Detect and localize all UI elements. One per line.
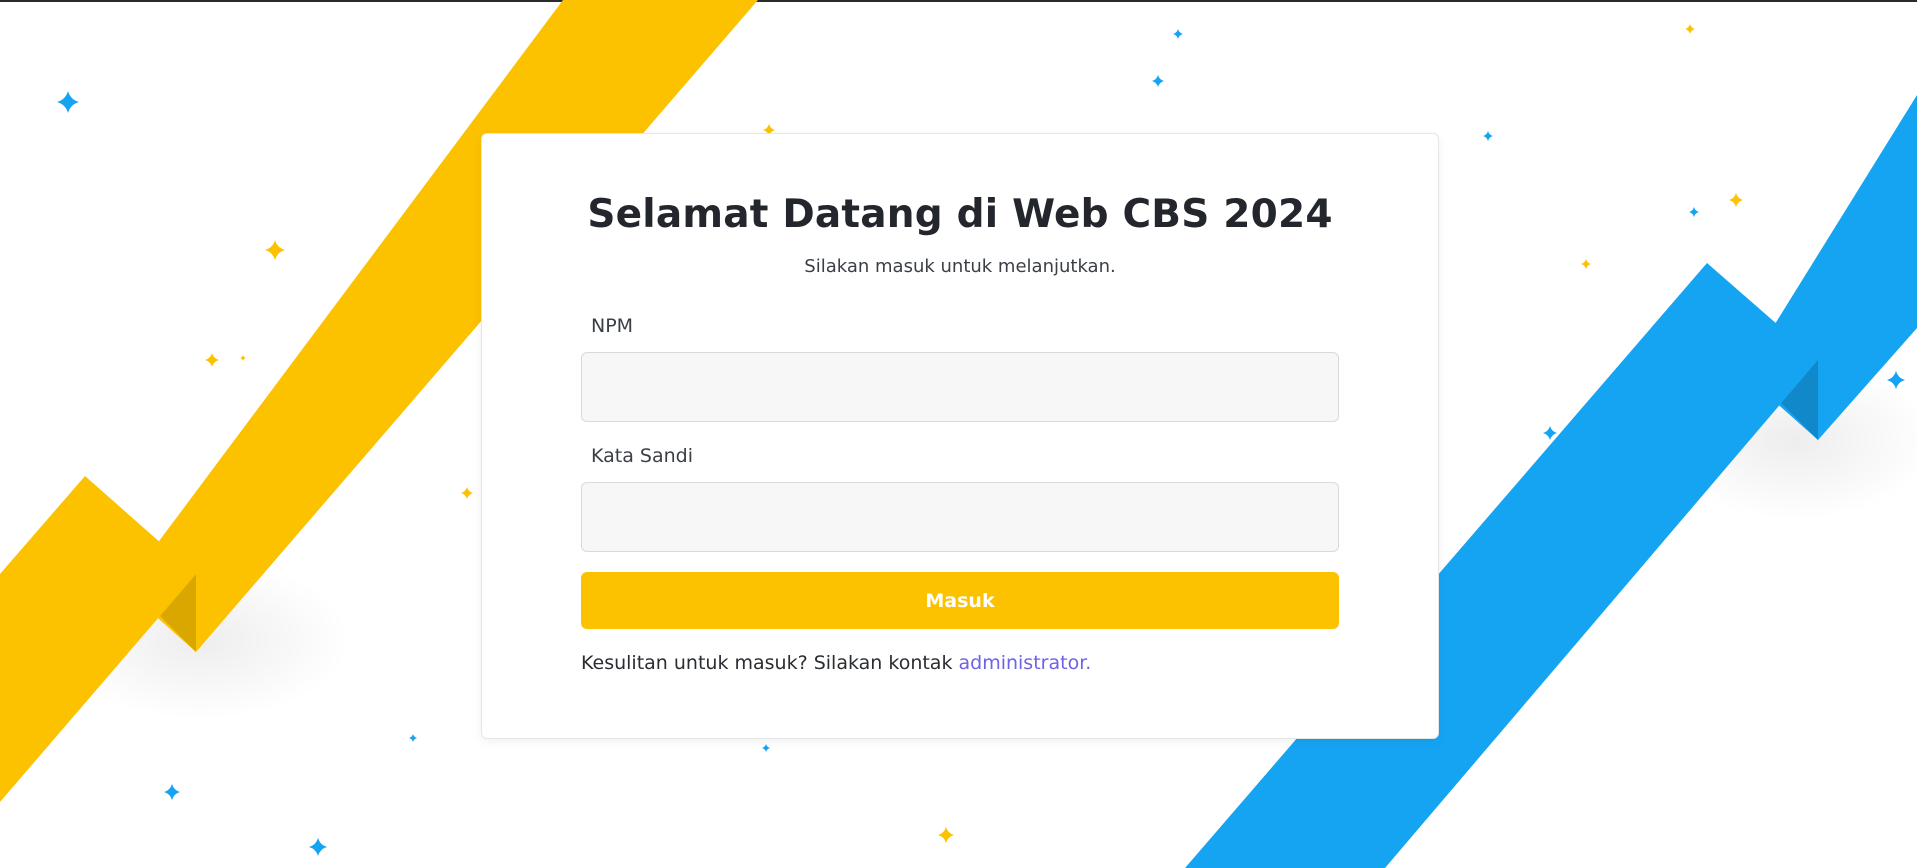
help-text-label: Kesulitan untuk masuk? Silakan kontak <box>581 652 959 674</box>
login-button[interactable]: Masuk <box>581 572 1339 629</box>
sparkle-star-icon <box>1689 207 1699 217</box>
sparkle-star-icon <box>1152 75 1164 87</box>
sparkle-star-icon <box>240 355 246 361</box>
npm-input[interactable] <box>581 352 1339 422</box>
npm-label: NPM <box>591 315 634 337</box>
sparkle-star-icon <box>205 353 219 367</box>
page-title: Selamat Datang di Web CBS 2024 <box>587 192 1333 237</box>
sparkle-star-icon <box>1543 426 1557 440</box>
password-label: Kata Sandi <box>591 445 693 467</box>
administrator-link[interactable]: administrator. <box>959 652 1092 674</box>
password-input[interactable] <box>581 482 1339 552</box>
sparkle-star-icon <box>461 487 473 499</box>
sparkle-star-icon <box>409 734 417 742</box>
login-card: Selamat Datang di Web CBS 2024 Silakan m… <box>481 133 1439 739</box>
page-subtitle: Silakan masuk untuk melanjutkan. <box>804 256 1116 277</box>
sparkle-star-icon <box>164 784 180 800</box>
sparkle-star-icon <box>1729 193 1743 207</box>
sparkle-star-icon <box>57 91 79 113</box>
sparkle-star-icon <box>265 240 285 260</box>
help-text: Kesulitan untuk masuk? Silakan kontak ad… <box>581 652 1091 674</box>
sparkle-star-icon <box>1483 131 1493 141</box>
sparkle-star-icon <box>762 744 770 752</box>
sparkle-star-icon <box>309 838 327 856</box>
sparkle-star-icon <box>1581 259 1591 269</box>
sparkle-star-icon <box>1685 24 1695 34</box>
sparkle-star-icon <box>1173 29 1183 39</box>
sparkle-star-icon <box>938 827 954 843</box>
